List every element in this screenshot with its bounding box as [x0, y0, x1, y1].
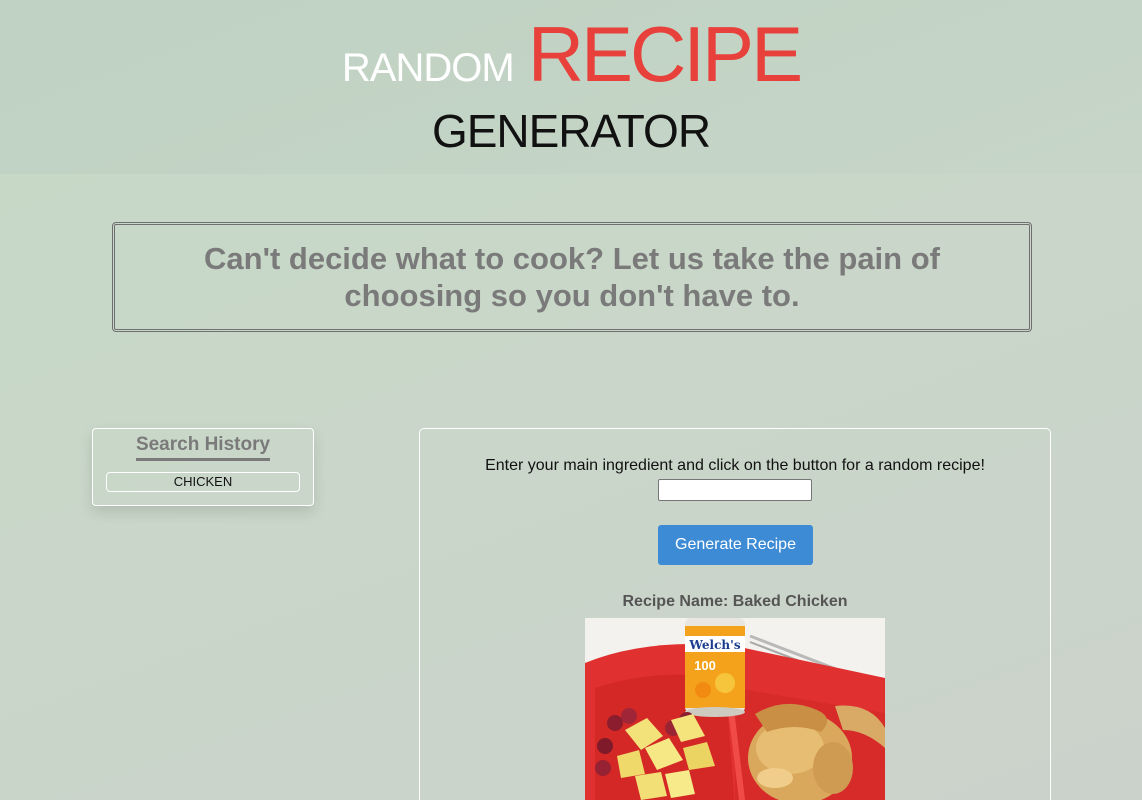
tagline-text: Can't decide what to cook? Let us take t… — [204, 241, 940, 313]
recipe-name-row: Recipe Name: Baked Chicken — [420, 593, 1050, 611]
ingredient-prompt: Enter your main ingredient and click on … — [485, 457, 985, 474]
page-header: RANDOM RECIPE GENERATOR — [0, 0, 1142, 174]
can-brand: Welch's — [688, 638, 740, 652]
juice-can: Welch's 100 — [685, 618, 745, 717]
ingredient-input[interactable] — [658, 479, 812, 501]
can-number: 100 — [694, 658, 716, 673]
title-generator: GENERATOR — [431, 105, 711, 157]
search-history-title: Search History — [93, 434, 313, 461]
recipe-panel: Enter your main ingredient and click on … — [419, 428, 1051, 800]
recipe-photo: Welch's 100 — [585, 618, 885, 800]
generate-recipe-button[interactable]: Generate Recipe — [658, 525, 813, 565]
search-history-card: Search History CHICKEN — [92, 428, 314, 506]
recipe-name: Baked Chicken — [732, 593, 848, 610]
history-item-chicken[interactable]: CHICKEN — [106, 472, 300, 492]
recipe-name-label: Recipe Name: — [622, 593, 729, 610]
title-line: RANDOM RECIPE — [0, 14, 1142, 94]
search-history-heading: Search History — [135, 434, 271, 461]
title-recipe: RECIPE — [527, 10, 803, 98]
title-random: RANDOM — [341, 46, 515, 90]
recipe-image: Welch's 100 — [585, 618, 885, 800]
tagline-box: Can't decide what to cook? Let us take t… — [112, 222, 1032, 332]
